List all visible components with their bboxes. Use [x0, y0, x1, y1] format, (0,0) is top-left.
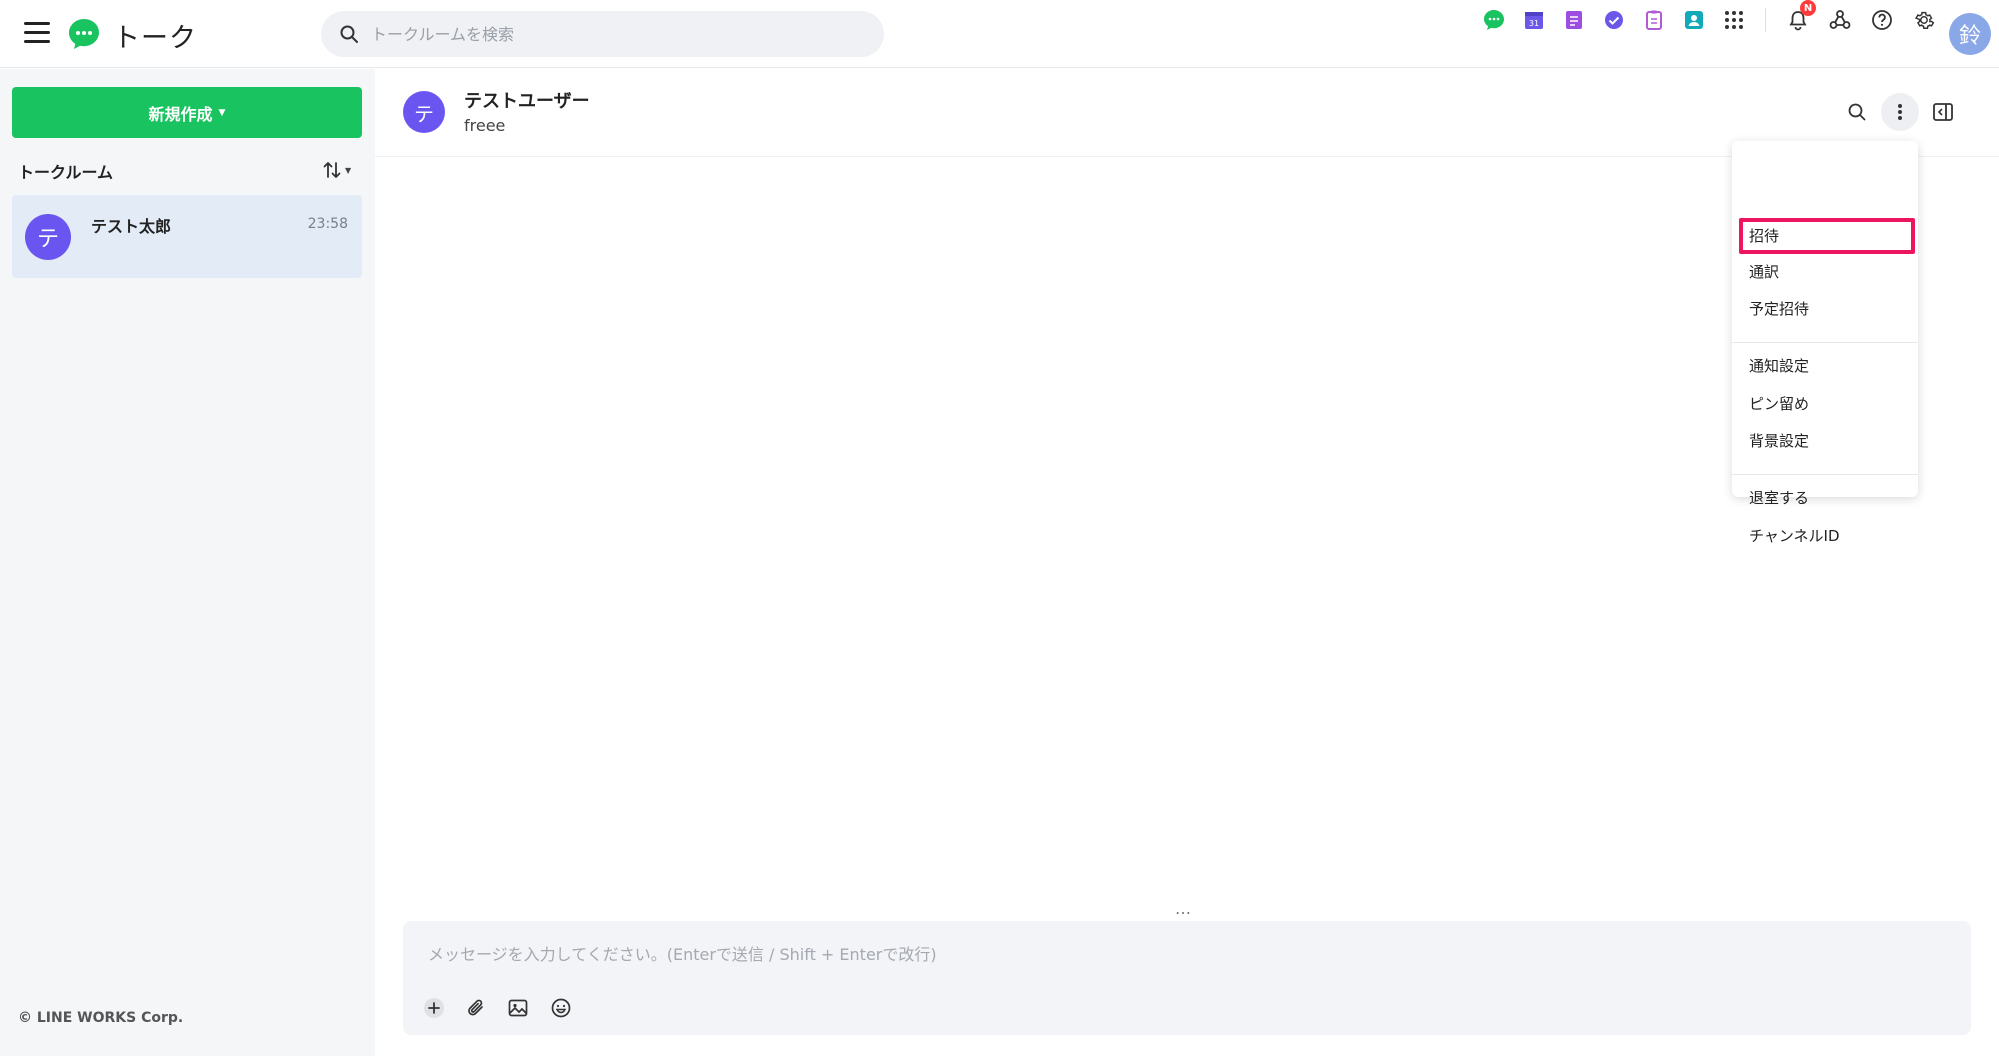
notification-bell-icon[interactable]: N [1778, 0, 1818, 40]
task-app-icon[interactable] [1594, 0, 1634, 40]
sort-button[interactable]: ▼ [322, 155, 362, 185]
new-create-button[interactable]: 新規作成 ▼ [12, 87, 362, 138]
survey-app-icon[interactable] [1634, 0, 1674, 40]
app-title: トーク [113, 23, 197, 54]
menu-item-channel-id[interactable]: チャンネルID [1732, 518, 1918, 554]
room-avatar: テ [25, 214, 71, 260]
calendar-app-icon[interactable]: 31 [1514, 0, 1554, 40]
new-create-label: 新規作成 [148, 104, 213, 124]
chat-title: テストユーザー [464, 91, 590, 112]
emoji-button[interactable] [546, 993, 576, 1023]
menu-item-pin[interactable]: ピン留め [1732, 386, 1918, 422]
toggle-panel-button[interactable] [1924, 93, 1962, 131]
sort-icon [323, 162, 341, 178]
chat-search-button[interactable] [1838, 93, 1876, 131]
svg-text:31: 31 [1529, 19, 1539, 28]
menu-divider [1732, 342, 1918, 343]
sidebar: 新規作成 ▼ トークルーム ▼ テ テスト太郎 23:58 © LINE WOR… [0, 69, 375, 1056]
chat-avatar[interactable]: テ [403, 91, 445, 133]
caret-down-icon: ▼ [345, 165, 352, 175]
menu-item-translate[interactable]: 通訳 [1732, 254, 1918, 290]
organization-icon[interactable] [1820, 0, 1860, 40]
room-time: 23:58 [307, 216, 348, 232]
contacts-app-icon[interactable] [1674, 0, 1714, 40]
menu-item-notification-settings[interactable]: 通知設定 [1732, 348, 1918, 384]
notification-badge: N [1800, 0, 1816, 16]
add-button[interactable] [419, 993, 449, 1023]
help-icon[interactable] [1862, 0, 1902, 40]
room-list-item[interactable]: テ テスト太郎 23:58 [12, 195, 362, 278]
menu-item-background-settings[interactable]: 背景設定 [1732, 423, 1918, 459]
attach-button[interactable] [461, 993, 491, 1023]
image-icon [508, 999, 528, 1017]
app-grid-icon[interactable] [1714, 0, 1754, 40]
top-bar: トーク 31 N 鈴 [0, 0, 1999, 68]
chat-subtitle: freee [464, 116, 506, 135]
menu-item-schedule-invite[interactable]: 予定招待 [1732, 291, 1918, 327]
side-panel-icon [1933, 103, 1953, 121]
caret-down-icon: ▼ [218, 107, 226, 118]
rooms-header: トークルーム [18, 163, 114, 182]
copyright: © LINE WORKS Corp. [18, 1010, 184, 1026]
chat-options-menu: 招待 通訳 予定招待 通知設定 ピン留め 背景設定 退室する チャンネルID [1732, 141, 1918, 545]
message-composer [403, 921, 1971, 1035]
image-button[interactable] [503, 993, 533, 1023]
menu-divider [1732, 474, 1918, 475]
room-name: テスト太郎 [91, 217, 172, 236]
plus-circle-icon [424, 998, 444, 1018]
notes-app-icon[interactable] [1554, 0, 1594, 40]
paperclip-icon [468, 999, 483, 1016]
talk-app-icon[interactable] [1474, 0, 1514, 40]
emoji-icon [551, 998, 571, 1018]
divider [1765, 8, 1766, 32]
search-icon [1848, 103, 1866, 121]
search-icon [340, 25, 358, 43]
user-avatar[interactable]: 鈴 [1949, 13, 1991, 55]
menu-item-leave[interactable]: 退室する [1732, 480, 1918, 516]
search-input[interactable] [371, 11, 861, 57]
composer-resize-handle[interactable]: … [1175, 899, 1192, 918]
search-box[interactable] [321, 11, 884, 57]
more-options-button[interactable] [1881, 93, 1919, 131]
chat-main: テ テストユーザー freee 招待 通訳 予定招待 通知設定 ピン留め 背景設… [375, 69, 1999, 1056]
settings-gear-icon[interactable] [1904, 0, 1944, 40]
talk-logo-icon [66, 16, 102, 52]
menu-item-invite[interactable]: 招待 [1739, 218, 1915, 254]
more-vertical-icon [1898, 104, 1902, 120]
menu-icon[interactable] [24, 22, 50, 44]
message-input[interactable] [428, 933, 1928, 973]
